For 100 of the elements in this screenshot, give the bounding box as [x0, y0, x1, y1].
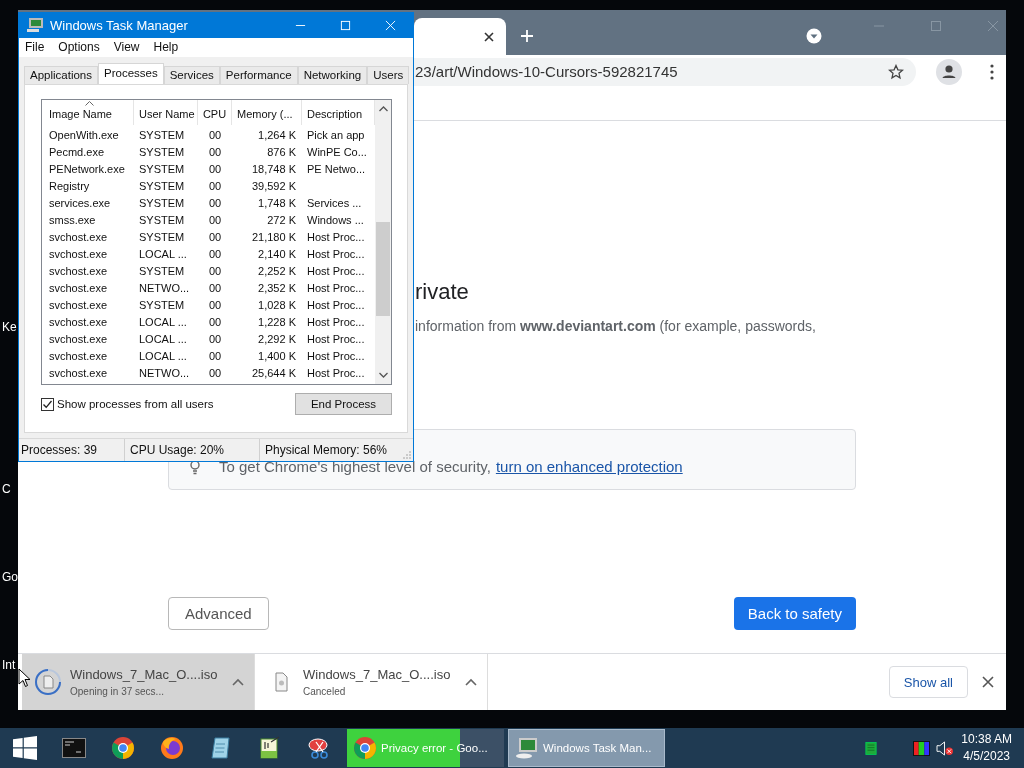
table-cell-text: 00: [207, 247, 223, 260]
table-cell-text: Host Proc...: [306, 366, 366, 379]
menu-item[interactable]: File: [25, 40, 45, 55]
table-cell-text: PE Netwo...: [306, 162, 367, 175]
table-cell-text: 00: [207, 332, 223, 345]
scrollbar[interactable]: [375, 100, 391, 384]
notepad-icon[interactable]: [208, 736, 233, 760]
browser-icon[interactable]: [110, 736, 135, 760]
download-name: Windows_7_Mac_O....iso: [303, 667, 452, 682]
table-cell-text: 2,352 K: [257, 281, 297, 294]
color-display-icon[interactable]: [913, 740, 931, 756]
table-cell-text: LOCAL ...: [138, 247, 188, 260]
terminal-icon[interactable]: [61, 736, 86, 760]
chip-icon[interactable]: [865, 740, 878, 756]
table-cell-text: 1,748 K: [257, 196, 297, 209]
show-all-button[interactable]: Show all: [888, 666, 968, 698]
desktop-icon-label[interactable]: C: [2, 482, 11, 496]
scissors-icon[interactable]: [306, 736, 331, 760]
download-item[interactable]: Windows_7_Mac_O....iso Canceled: [255, 654, 488, 710]
desktop-icon-label[interactable]: Go: [2, 570, 18, 584]
column-header[interactable]: User Name: [134, 100, 198, 125]
tab[interactable]: Services: [163, 66, 220, 84]
menu-icon[interactable]: [990, 63, 994, 80]
column-header[interactable]: Memory (...: [232, 100, 302, 125]
table-cell-text: SYSTEM: [138, 128, 186, 141]
scroll-thumb[interactable]: [376, 222, 390, 316]
table-cell-text: SYSTEM: [138, 298, 186, 311]
star-icon[interactable]: [888, 63, 904, 80]
editor-icon[interactable]: [257, 736, 282, 760]
download-item[interactable]: Windows_7_Mac_O....iso Opening in 37 secs...: [22, 654, 255, 710]
menu-item[interactable]: Options: [58, 40, 100, 55]
menu-item[interactable]: Help: [153, 40, 179, 55]
table-cell-text: 00: [207, 196, 223, 209]
close-icon[interactable]: [982, 676, 994, 688]
table-cell-text: 18,748 K: [250, 162, 297, 175]
download-status: Canceled: [303, 686, 347, 697]
table-cell-text: svchost.exe: [48, 281, 109, 294]
checkbox[interactable]: [41, 397, 54, 411]
table-cell-text: LOCAL ...: [138, 315, 188, 328]
start-icon[interactable]: [12, 736, 37, 760]
column-header[interactable]: Image Name: [44, 100, 134, 125]
table-cell-text: svchost.exe: [48, 230, 109, 243]
tab[interactable]: Performance: [219, 66, 298, 84]
table-cell-text: 00: [207, 128, 223, 141]
dropdown-icon[interactable]: [806, 28, 822, 44]
table-cell-text: svchost.exe: [48, 298, 109, 311]
back-to-safety-button[interactable]: Back to safety: [733, 597, 856, 630]
new-tab-icon[interactable]: [520, 29, 534, 43]
caret-icon[interactable]: [465, 678, 477, 686]
browser-icon[interactable]: [159, 736, 184, 760]
table-cell-text: svchost.exe: [48, 247, 109, 260]
table-cell-text: Host Proc...: [306, 264, 366, 277]
table-cell-text: 876 K: [266, 145, 297, 158]
table-cell-text: 39,592 K: [250, 179, 297, 192]
address-bar[interactable]: 23/art/Windows-10-Cursors-592821745: [414, 57, 916, 86]
desktop-icon-label[interactable]: Int: [2, 658, 16, 672]
scroll-up-icon[interactable]: [378, 106, 388, 112]
enhanced-protection-link[interactable]: turn on enhanced protection: [495, 458, 683, 475]
table-cell-text: svchost.exe: [48, 315, 109, 328]
table-cell-text: Host Proc...: [306, 281, 366, 294]
advanced-button[interactable]: Advanced: [168, 597, 269, 630]
table-cell-text: NETWO...: [138, 366, 191, 379]
table-cell-text: Host Proc...: [306, 247, 366, 260]
table-cell-text: SYSTEM: [138, 179, 186, 192]
desktop-icon-label[interactable]: Ke: [2, 320, 17, 334]
menu-item[interactable]: View: [113, 40, 140, 55]
table-cell-text: SYSTEM: [138, 162, 186, 175]
tab[interactable]: Applications: [24, 66, 98, 84]
download-progress-icon: [34, 668, 62, 696]
clock-date[interactable]: 4/5/2023: [963, 748, 1010, 765]
page-heading: rivate: [415, 278, 470, 306]
clock-time[interactable]: 10:38 AM: [961, 731, 1012, 748]
table-cell-text: PENetwork.exe: [48, 162, 126, 175]
table-cell-text: smss.exe: [48, 213, 97, 226]
table-cell-text: 2,292 K: [257, 332, 297, 345]
table-cell-text: 00: [207, 281, 223, 294]
resize-grip-icon[interactable]: [403, 451, 411, 459]
table-cell-text: 2,252 K: [257, 264, 297, 277]
caret-icon[interactable]: [232, 678, 244, 686]
monitor-icon: [515, 736, 539, 760]
checkbox-label[interactable]: Show processes from all users: [57, 398, 214, 410]
table-cell-text: NETWO...: [138, 281, 191, 294]
column-header[interactable]: CPU: [198, 100, 232, 125]
profile-icon[interactable]: [936, 58, 962, 85]
status-text: Physical Memory: 56%: [264, 442, 388, 459]
scroll-down-icon[interactable]: [378, 372, 388, 378]
monitor-icon: [26, 17, 44, 34]
table-cell-text: OpenWith.exe: [48, 128, 120, 141]
table-cell-text: Services ...: [306, 196, 363, 209]
table-cell-text: Host Proc...: [306, 298, 366, 311]
end-process-button[interactable]: End Process: [295, 393, 392, 415]
tab[interactable]: Processes: [98, 63, 164, 84]
table-cell-text: Pecmd.exe: [48, 145, 106, 158]
table-cell-text: 00: [207, 162, 223, 175]
tab[interactable]: Users: [367, 66, 410, 84]
close-icon[interactable]: [483, 30, 495, 43]
table-cell-text: 1,028 K: [257, 298, 297, 311]
tab[interactable]: Networking: [297, 66, 368, 84]
table-cell-text: LOCAL ...: [138, 332, 188, 345]
volume-muted-icon[interactable]: [936, 740, 954, 756]
